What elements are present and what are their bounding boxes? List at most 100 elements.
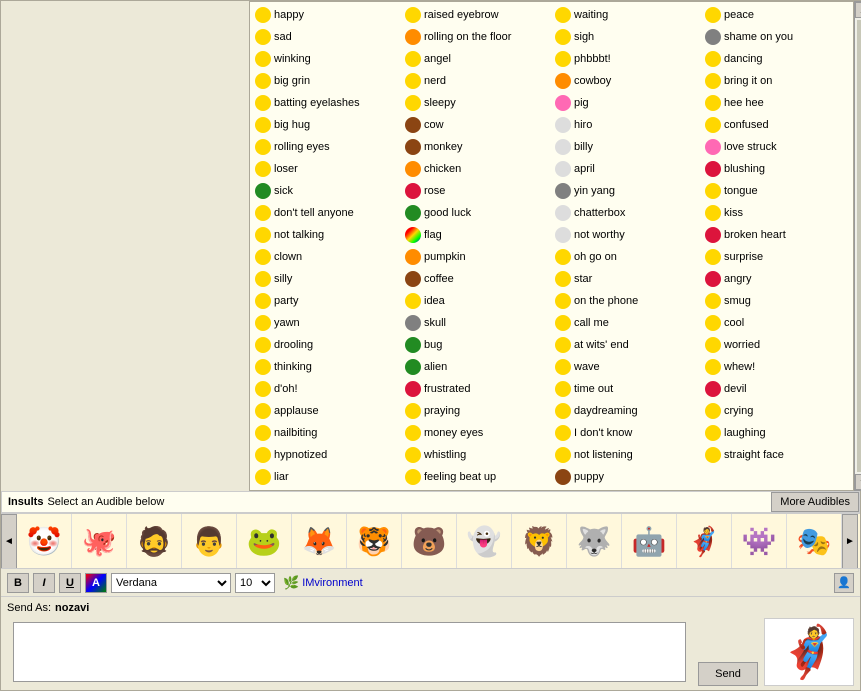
emoticon-item[interactable]: love struck [702,136,852,158]
font-size-select[interactable]: 10 [235,573,275,593]
emoticon-item[interactable]: thinking [252,356,402,378]
emoticon-item[interactable]: phbbbt! [552,48,702,70]
emoticon-item[interactable]: cool [702,312,852,334]
emoticon-item[interactable]: time out [552,378,702,400]
emoticon-item[interactable]: april [552,158,702,180]
emoticon-item[interactable]: confused [702,114,852,136]
bold-button[interactable]: B [7,573,29,593]
emoticon-item[interactable]: tongue [702,180,852,202]
emoticon-item[interactable]: whew! [702,356,852,378]
scroll-up-button[interactable]: ▲ [855,2,861,18]
emoticon-item[interactable]: applause [252,400,402,422]
emoticon-item[interactable]: rolling on the floor [402,26,552,48]
emoticon-item[interactable]: hee hee [702,92,852,114]
emoticon-item[interactable]: billy [552,136,702,158]
emoticon-item[interactable]: hiro [552,114,702,136]
emoticon-item[interactable]: big grin [252,70,402,92]
emoticon-item[interactable]: dancing [702,48,852,70]
emoticon-item[interactable]: cowboy [552,70,702,92]
emoticon-item[interactable]: puppy [552,466,702,488]
emoticon-item[interactable]: at wits' end [552,334,702,356]
emoticon-item[interactable]: not listening [552,444,702,466]
avatar-item[interactable]: 🧔 [127,514,182,569]
emoticon-item[interactable]: rose [402,180,552,202]
emoticon-item[interactable]: hypnotized [252,444,402,466]
emoticon-item[interactable]: chicken [402,158,552,180]
emoticon-item[interactable]: pumpkin [402,246,552,268]
emoticon-item[interactable]: skull [402,312,552,334]
avatar-item[interactable]: 🤡 [17,514,72,569]
emoticon-item[interactable]: monkey [402,136,552,158]
emoticon-item[interactable]: bring it on [702,70,852,92]
underline-button[interactable]: U [59,573,81,593]
avatar-item[interactable]: 👨 [182,514,237,569]
emoticon-item[interactable]: call me [552,312,702,334]
emoticon-item[interactable]: waiting [552,4,702,26]
emoticon-item[interactable]: surprise [702,246,852,268]
avatar-scroll-right[interactable]: ► [842,514,858,569]
emoticon-item[interactable]: chatterbox [552,202,702,224]
emoticon-item[interactable]: daydreaming [552,400,702,422]
emoticon-item[interactable]: peace [702,4,852,26]
avatar-item[interactable]: 🦊 [292,514,347,569]
emoticon-item[interactable]: money eyes [402,422,552,444]
emoticon-item[interactable]: sigh [552,26,702,48]
emoticon-item[interactable]: smug [702,290,852,312]
emoticon-item[interactable]: clown [252,246,402,268]
emoticon-item[interactable]: winking [252,48,402,70]
italic-button[interactable]: I [33,573,55,593]
emoticon-item[interactable]: happy [252,4,402,26]
emoticon-item[interactable]: flag [402,224,552,246]
emoticon-item[interactable]: sleepy [402,92,552,114]
emoticon-item[interactable]: loser [252,158,402,180]
emoticon-item[interactable]: pig [552,92,702,114]
emoticon-item[interactable]: kiss [702,202,852,224]
emoticon-item[interactable]: praying [402,400,552,422]
emoticon-item[interactable]: blushing [702,158,852,180]
emoticon-item[interactable]: party [252,290,402,312]
emoticon-item[interactable]: crying [702,400,852,422]
emoticon-item[interactable]: yin yang [552,180,702,202]
emoticon-item[interactable]: yawn [252,312,402,334]
emoticon-item[interactable]: devil [702,378,852,400]
emoticon-item[interactable]: sick [252,180,402,202]
emoticon-item[interactable]: drooling [252,334,402,356]
emoticon-item[interactable]: batting eyelashes [252,92,402,114]
emoticon-item[interactable]: silly [252,268,402,290]
emoticon-item[interactable]: straight face [702,444,852,466]
emoticon-item[interactable]: not worthy [552,224,702,246]
emoticon-item[interactable]: broken heart [702,224,852,246]
emoticon-item[interactable]: angel [402,48,552,70]
avatar-item[interactable]: 🦁 [512,514,567,569]
emoticon-item[interactable]: not talking [252,224,402,246]
avatar-item[interactable]: 👾 [732,514,787,569]
avatar-item[interactable]: 🤖 [622,514,677,569]
emoticon-item[interactable]: alien [402,356,552,378]
emoticon-item[interactable]: big hug [252,114,402,136]
emoticon-item[interactable]: cow [402,114,552,136]
avatar-item[interactable]: 🎭 [787,514,842,569]
avatar-item[interactable]: 👻 [457,514,512,569]
emoticon-item[interactable]: liar [252,466,402,488]
imvironment-button[interactable]: 🌿 IMvironment [283,575,363,591]
avatar-item[interactable]: 🦸 [677,514,732,569]
emoticon-item[interactable]: nerd [402,70,552,92]
emoticon-item[interactable]: idea [402,290,552,312]
more-audibles-button[interactable]: More Audibles [771,492,859,512]
emoticon-item[interactable]: nailbiting [252,422,402,444]
emoticon-item[interactable]: good luck [402,202,552,224]
color-button[interactable]: A [85,573,107,593]
emoticon-item[interactable]: feeling beat up [402,466,552,488]
message-input[interactable] [13,622,686,682]
avatar-item[interactable]: 🐸 [237,514,292,569]
emoticon-item[interactable]: worried [702,334,852,356]
emoticon-item[interactable]: oh go on [552,246,702,268]
emoticon-item[interactable]: star [552,268,702,290]
emoticon-item[interactable]: laughing [702,422,852,444]
emoticon-item[interactable]: bug [402,334,552,356]
emoticon-item[interactable]: coffee [402,268,552,290]
font-name-select[interactable]: Verdana [111,573,231,593]
emoticon-item[interactable]: don't tell anyone [252,202,402,224]
scroll-down-button[interactable]: ▼ [855,474,861,490]
avatar-item[interactable]: 🐺 [567,514,622,569]
